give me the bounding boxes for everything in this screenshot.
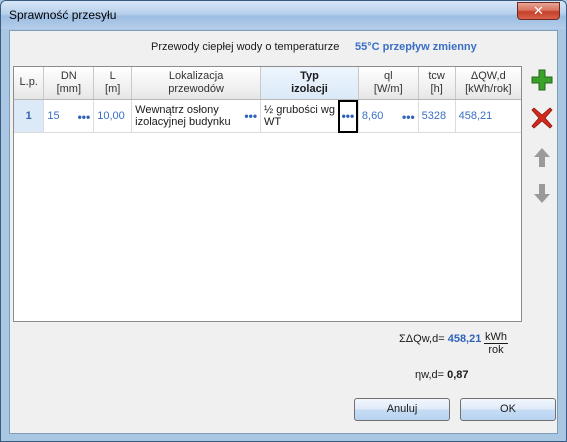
- cell-tcw[interactable]: 5328: [418, 99, 456, 133]
- column-header-ql[interactable]: ql [W/m]: [358, 67, 419, 100]
- efficiency-value: ηw,d= 0,87: [415, 369, 469, 381]
- sum-unit: kWh rok: [484, 331, 508, 356]
- lokalizacja-ellipsis-button[interactable]: •••: [244, 110, 257, 122]
- ql-ellipsis-button[interactable]: •••: [402, 110, 415, 124]
- dialog-content: Przewody ciepłej wody o temperaturze 55°…: [9, 30, 558, 434]
- column-header-tcw[interactable]: tcw [h]: [418, 67, 456, 100]
- x-icon: [531, 107, 553, 129]
- column-header-lokalizacja[interactable]: Lokalizacja przewodów: [131, 67, 262, 100]
- cell-length[interactable]: 10,00: [93, 99, 133, 133]
- cell-lp[interactable]: 1: [14, 99, 45, 133]
- cell-lokalizacja[interactable]: Wewnątrz osłony izolacyjnej budynku •••: [131, 99, 262, 133]
- column-header-dq[interactable]: ΔQW,d [kWh/rok]: [455, 67, 521, 100]
- close-icon: ✕: [533, 3, 544, 18]
- table-header-row: L.p. DN [mm] L [m] Lokalizacja przewodów…: [14, 67, 521, 100]
- title-bar[interactable]: Sprawność przesyłu ✕: [1, 1, 566, 29]
- column-header-typ-izolacji[interactable]: Typ izolacji: [260, 67, 359, 100]
- add-row-button[interactable]: [529, 67, 555, 93]
- table-row[interactable]: 1 15 ••• 10,00 Wewnątrz osłony izolacyjn…: [14, 99, 521, 133]
- window-title: Sprawność przesyłu: [9, 8, 117, 22]
- pipes-table-grid: L.p. DN [mm] L [m] Lokalizacja przewodów…: [14, 67, 521, 133]
- column-header-l[interactable]: L [m]: [93, 67, 133, 100]
- arrow-down-icon: [534, 184, 550, 203]
- plus-icon: [531, 69, 553, 91]
- header-label: Przewody ciepłej wody o temperaturze: [151, 41, 340, 53]
- sum-value: 458,21: [447, 333, 482, 345]
- column-header-lp[interactable]: L.p.: [14, 67, 45, 100]
- pipes-table: L.p. DN [mm] L [m] Lokalizacja przewodów…: [13, 66, 522, 322]
- cell-dn[interactable]: 15 •••: [43, 99, 95, 133]
- column-header-dn[interactable]: DN [mm]: [43, 67, 95, 100]
- dn-ellipsis-button[interactable]: •••: [78, 110, 91, 124]
- typ-ellipsis-button[interactable]: •••: [337, 99, 358, 133]
- close-button[interactable]: ✕: [517, 2, 560, 20]
- temperature-value[interactable]: 55°C przepływ zmienny: [355, 41, 477, 53]
- cell-ql[interactable]: 8,60 •••: [358, 99, 419, 133]
- cell-typ-izolacji[interactable]: ½ grubości wg WT •••: [260, 99, 359, 133]
- cell-dq[interactable]: 458,21: [455, 99, 521, 133]
- move-down-button[interactable]: [529, 181, 555, 207]
- delete-row-button[interactable]: [529, 105, 555, 131]
- move-up-button[interactable]: [529, 144, 555, 170]
- arrow-up-icon: [534, 148, 550, 167]
- ok-button[interactable]: OK: [460, 398, 556, 421]
- sum-delta-q: ΣΔQw,d= 458,21: [399, 333, 482, 345]
- cancel-button[interactable]: Anuluj: [354, 398, 450, 421]
- dialog-window: Sprawność przesyłu ✕ Przewody ciepłej wo…: [0, 0, 567, 442]
